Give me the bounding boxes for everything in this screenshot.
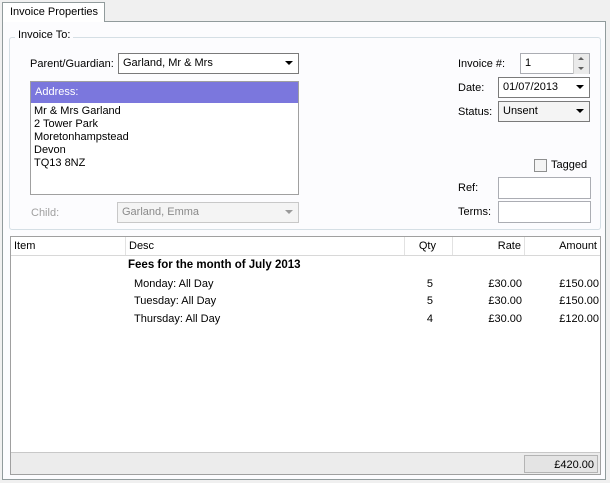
ref-input[interactable] <box>498 177 591 199</box>
row-desc: Tuesday: All Day <box>134 295 217 307</box>
address-line: 2 Tower Park <box>34 118 98 130</box>
group-title: Fees for the month of July 2013 <box>128 259 301 271</box>
address-line: Devon <box>34 144 66 156</box>
address-line: Moretonhampstead <box>34 131 129 143</box>
date-label: Date: <box>458 82 485 94</box>
child-label: Child: <box>31 207 60 219</box>
address-header: Address: <box>31 82 298 103</box>
tab-invoice-properties[interactable]: Invoice Properties <box>2 2 105 22</box>
chevron-down-icon <box>576 85 584 89</box>
column-header-item[interactable]: Item <box>11 237 126 255</box>
child-select[interactable]: Garland, Emma <box>117 202 299 223</box>
invoice-number-value: 1 <box>525 57 532 69</box>
tagged-checkbox[interactable] <box>534 159 547 172</box>
row-qty: 4 <box>426 313 433 325</box>
address-line: Mr & Mrs Garland <box>34 105 121 117</box>
grid-footer: £420.00 <box>11 452 600 474</box>
spin-down-icon[interactable] <box>574 64 589 74</box>
table-row[interactable]: Tuesday: All Day 5 £30.00 £150.00 <box>11 294 600 312</box>
address-lines: Mr & Mrs Garland 2 Tower Park Moretonham… <box>34 105 129 170</box>
date-value: 01/07/2013 <box>503 81 559 93</box>
status-select[interactable]: Unsent <box>498 101 590 122</box>
terms-label: Terms: <box>458 206 491 218</box>
address-line: TQ13 8NZ <box>34 157 86 169</box>
table-row[interactable]: Monday: All Day 5 £30.00 £150.00 <box>11 277 600 295</box>
row-desc: Monday: All Day <box>134 278 214 290</box>
row-amount: £150.00 <box>559 295 599 307</box>
terms-input[interactable] <box>498 201 591 223</box>
row-rate: £30.00 <box>488 278 522 290</box>
ref-label: Ref: <box>458 182 479 194</box>
chevron-down-icon <box>576 109 584 113</box>
row-qty: 5 <box>426 278 433 290</box>
spinner-buttons[interactable] <box>573 54 589 74</box>
invoice-number-spinner[interactable]: 1 <box>520 53 590 74</box>
column-header-amount[interactable]: Amount <box>525 237 600 255</box>
invoice-lines-grid[interactable]: Item Desc Qty Rate Amount Fees for the m… <box>10 236 601 475</box>
parent-guardian-select[interactable]: Garland, Mr & Mrs <box>118 53 299 74</box>
parent-guardian-value: Garland, Mr & Mrs <box>123 57 213 69</box>
total-amount: £420.00 <box>524 455 598 473</box>
child-value: Garland, Emma <box>122 206 200 218</box>
column-header-desc[interactable]: Desc <box>126 237 405 255</box>
status-label: Status: <box>458 106 493 118</box>
row-amount: £120.00 <box>559 313 599 325</box>
row-amount: £150.00 <box>559 278 599 290</box>
chevron-down-icon <box>285 210 293 214</box>
chevron-down-icon <box>285 61 293 65</box>
date-picker[interactable]: 01/07/2013 <box>498 77 590 98</box>
table-row[interactable]: Thursday: All Day 4 £30.00 £120.00 <box>11 312 600 330</box>
parent-guardian-label: Parent/Guardian: <box>30 58 114 70</box>
row-qty: 5 <box>426 295 433 307</box>
column-header-rate[interactable]: Rate <box>453 237 525 255</box>
row-rate: £30.00 <box>488 295 522 307</box>
tab-label: Invoice Properties <box>10 6 99 18</box>
column-header-qty[interactable]: Qty <box>405 237 453 255</box>
spin-up-icon[interactable] <box>574 54 589 64</box>
status-value: Unsent <box>503 105 538 117</box>
invoice-to-legend: Invoice To: <box>15 29 74 41</box>
row-desc: Thursday: All Day <box>134 313 221 325</box>
invoice-number-label: Invoice #: <box>458 58 506 70</box>
row-rate: £30.00 <box>488 313 522 325</box>
address-box: Address: Mr & Mrs Garland 2 Tower Park M… <box>30 81 299 195</box>
grid-header: Item Desc Qty Rate Amount <box>11 237 600 256</box>
tagged-label: Tagged <box>551 159 588 171</box>
